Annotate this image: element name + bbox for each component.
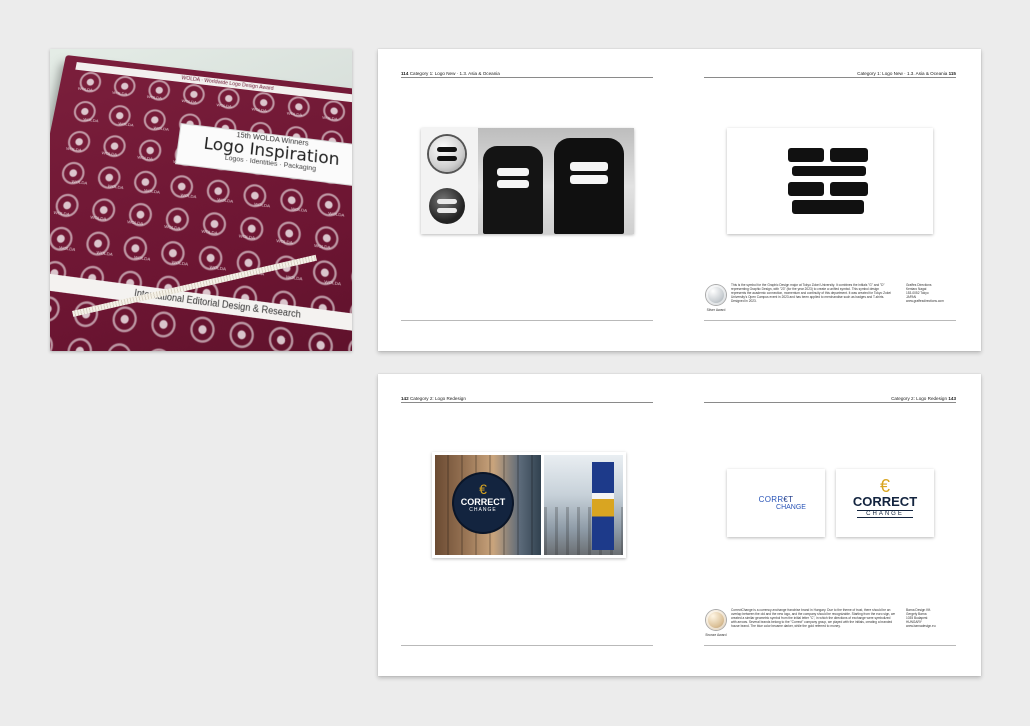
old-logo-line1: CORR€T: [727, 495, 825, 504]
pattern-word: WOLDA: [58, 244, 76, 253]
pattern-word: WOLDA: [71, 178, 88, 185]
pattern-word: WOLDA: [53, 209, 70, 217]
pattern-word: WOLDA: [96, 249, 114, 258]
pattern-word: WOLDA: [287, 110, 303, 117]
badge-dark: [429, 188, 465, 224]
badge-light: [429, 136, 465, 172]
sign-euro-symbol: €: [479, 481, 487, 497]
right-header-text: Category 1: Logo New · 1.3. Asia & Ocean…: [857, 71, 948, 76]
left-header-rule: [401, 402, 653, 403]
pattern-word: WOLDA: [77, 86, 93, 93]
gd23-logo-mark: [788, 148, 868, 216]
left-footer-rule: [401, 645, 653, 646]
pattern-word: WOLDA: [171, 258, 189, 267]
merchandise-photo: [421, 128, 634, 234]
right-footer-rule: [704, 320, 956, 321]
pattern-word: WOLDA: [137, 154, 153, 161]
old-logo-line2: CHANGE: [776, 504, 806, 511]
credit-line: www.graffesdirections.com: [906, 299, 944, 304]
bronze-award-medal: [706, 610, 726, 630]
new-logo-word: CORRECT: [852, 494, 918, 509]
pattern-word: WOLDA: [209, 263, 227, 272]
right-footer-rule: [704, 645, 956, 646]
spread1-credit: Graffes Directions Kentaro Nagai 153-005…: [906, 283, 966, 303]
pattern-word: WOLDA: [101, 150, 117, 157]
pattern-word: WOLDA: [118, 121, 134, 128]
new-logo-card: € CORRECT CHANGE: [836, 469, 934, 537]
pattern-word: WOLDA: [164, 223, 181, 231]
pattern-word: WOLDA: [285, 273, 303, 282]
pattern-word: WOLDA: [133, 254, 151, 262]
left-folio: 114: [401, 71, 409, 76]
spread2-description: CorrectChange is a currency-exchange fra…: [731, 608, 896, 629]
old-logo-card: CORR€T CHANGE: [727, 469, 825, 537]
left-folio: 142: [401, 396, 409, 401]
sign-word: CORRECT: [460, 497, 506, 507]
left-header-text: Category 1: Logo New · 1.3. Asia & Ocean…: [409, 71, 500, 76]
new-logo-symbol: €: [879, 476, 890, 496]
bronze-award-label: Bronze Award: [705, 633, 727, 637]
pattern-word: WOLDA: [147, 94, 163, 101]
new-logo-word2: CHANGE: [857, 510, 913, 518]
pattern-word: WOLDA: [322, 115, 338, 122]
pattern-word: WOLDA: [239, 233, 256, 241]
left-header-rule: [401, 77, 653, 78]
spread2-credit: Barna Design Kft. Gergely Barna 1035 Bud…: [906, 608, 966, 628]
pattern-word: WOLDA: [181, 98, 197, 105]
pattern-word: WOLDA: [217, 196, 233, 203]
pattern-word: WOLDA: [314, 242, 331, 250]
standing-banner: [592, 462, 614, 550]
left-footer-rule: [401, 320, 653, 321]
pattern-word: WOLDA: [90, 214, 107, 222]
signage-photo: € CORRECT CHANGE: [432, 452, 626, 558]
pattern-word: WOLDA: [83, 116, 99, 123]
pattern-word: WOLDA: [291, 206, 307, 213]
pattern-word: WOLDA: [144, 187, 161, 194]
pattern-word: WOLDA: [328, 210, 344, 218]
old-logo-euro: €T: [783, 495, 794, 504]
right-header-text: Category 2: Logo Redesign: [891, 396, 948, 401]
left-header-text: Category 2: Logo Redesign: [409, 396, 466, 401]
right-page-header: Category 1: Logo New · 1.3. Asia & Ocean…: [704, 71, 956, 76]
pattern-word: WOLDA: [153, 125, 169, 132]
pattern-word: WOLDA: [276, 238, 293, 246]
pattern-word: WOLDA: [254, 201, 270, 208]
right-folio: 115: [948, 71, 956, 76]
tshirt-right: [554, 138, 624, 234]
pattern-word: WOLDA: [66, 146, 82, 153]
pattern-word: WOLDA: [107, 183, 124, 190]
pattern-word: WOLDA: [127, 219, 144, 227]
right-header-rule: [704, 402, 956, 403]
pattern-word: WOLDA: [201, 228, 218, 236]
tshirt-left: [483, 146, 543, 234]
left-page-header: 114 Category 1: Logo New · 1.3. Asia & O…: [401, 71, 500, 76]
right-folio: 143: [948, 396, 956, 401]
spread-1: 114 Category 1: Logo New · 1.3. Asia & O…: [378, 49, 981, 351]
spread-2: 142 Category 2: Logo Redesign Category 2…: [378, 374, 981, 676]
right-page-header: Category 2: Logo Redesign 143: [704, 396, 956, 401]
right-header-rule: [704, 77, 956, 78]
pattern-word: WOLDA: [251, 106, 267, 113]
correct-round-sign: € CORRECT CHANGE: [454, 474, 512, 532]
silver-award-label: Silver Award: [706, 308, 726, 312]
book-cover-photo: WOLDA WOLDA WOLDA WOLDA WOLDA WOLDA WOLDA WOLDA…: [50, 49, 352, 351]
gd23-logo-card: [727, 128, 933, 234]
pattern-word: WOLDA: [216, 102, 232, 109]
credit-line: www.barnadesign.eu: [906, 624, 936, 629]
pattern-word: WOLDA: [324, 278, 342, 287]
pattern-word: WOLDA: [112, 90, 128, 97]
silver-award-medal: [706, 285, 726, 305]
left-page-header: 142 Category 2: Logo Redesign: [401, 396, 466, 401]
old-logo-corr: CORR: [758, 495, 784, 504]
pattern-word: WOLDA: [180, 192, 196, 199]
spread1-description: This is the symbol for the Graphic Desig…: [731, 283, 891, 304]
sign-word2: CHANGE: [469, 507, 497, 513]
